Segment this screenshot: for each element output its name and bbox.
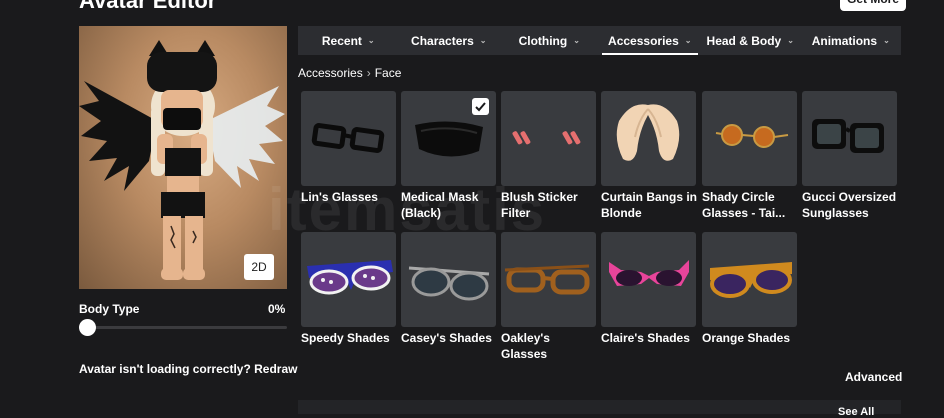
item-card[interactable]: Oakley's Glasses (501, 232, 596, 362)
bottom-section-bar (298, 400, 901, 414)
see-all-link[interactable]: See All (838, 406, 874, 418)
item-thumbnail[interactable] (601, 91, 696, 186)
item-name: Curtain Bangs in Blonde (601, 190, 698, 220)
item-card[interactable]: Casey's Shades (401, 232, 496, 346)
item-thumbnail[interactable] (702, 232, 797, 327)
item-name: Oakley's Glasses (501, 331, 550, 361)
body-type-slider-track[interactable] (79, 326, 287, 329)
item-thumbnail[interactable] (501, 91, 596, 186)
category-tabs: Recent ⌄ Characters ⌄ Clothing ⌄ Accessorie… (298, 26, 901, 55)
item-card[interactable]: Speedy Shades (301, 232, 396, 346)
tab-animations[interactable]: Animations ⌄ (801, 26, 902, 55)
hair-bangs-icon (616, 104, 680, 161)
aviator-icon (408, 266, 490, 301)
breadcrumb: Accessories › Face (298, 66, 401, 80)
pink-shades-icon (609, 260, 689, 286)
tab-label: Head & Body (706, 33, 782, 48)
tab-label: Accessories (608, 33, 679, 48)
item-name: Shady Circle Glasses - Tai... (702, 190, 786, 220)
tab-label: Clothing (518, 33, 568, 48)
avatar-preview: 2D (79, 26, 287, 289)
round-glasses-icon (715, 124, 789, 148)
chevron-right-icon: › (366, 66, 371, 80)
item-name: Claire's Shades (601, 331, 690, 345)
item-thumbnail[interactable] (401, 232, 496, 327)
item-card[interactable]: Orange Shades (702, 232, 797, 346)
tortoise-glasses-icon (504, 264, 590, 295)
item-thumbnail[interactable] (802, 91, 897, 186)
item-thumbnail[interactable] (702, 91, 797, 186)
glasses-icon (311, 123, 385, 153)
tab-accessories[interactable]: Accessories ⌄ (600, 26, 701, 55)
chevron-down-icon: ⌄ (573, 36, 580, 45)
chevron-down-icon: ⌄ (479, 36, 487, 45)
item-card[interactable]: Shady Circle Glasses - Tai... (702, 91, 797, 221)
item-thumbnail[interactable] (401, 91, 496, 186)
item-card[interactable]: Blush Sticker Filter (501, 91, 596, 221)
item-name: Gucci Oversized Sunglasses (802, 190, 897, 220)
item-name: Medical Mask (Black) (401, 190, 479, 220)
page-title: Avatar Editor (79, 0, 217, 13)
breadcrumb-parent[interactable]: Accessories (298, 66, 363, 80)
item-thumbnail[interactable] (601, 232, 696, 327)
item-thumbnail[interactable] (301, 232, 396, 327)
item-name: Casey's Shades (401, 331, 492, 345)
tab-clothing[interactable]: Clothing ⌄ (499, 26, 600, 55)
item-card[interactable]: Medical Mask (Black) (401, 91, 496, 221)
orange-shades-icon (710, 262, 792, 298)
tab-head-body[interactable]: Head & Body ⌄ (700, 26, 801, 55)
item-name: Lin's Glasses (301, 190, 378, 204)
item-card[interactable]: Gucci Oversized Sunglasses (802, 91, 897, 221)
tab-recent[interactable]: Recent ⌄ (298, 26, 399, 55)
item-card[interactable]: Curtain Bangs in Blonde (601, 91, 698, 221)
advanced-link[interactable]: Advanced (845, 370, 902, 384)
view-2d-button[interactable]: 2D (244, 254, 274, 280)
loading-help: Avatar isn't loading correctly? Redraw (79, 362, 298, 376)
body-type-slider-thumb[interactable] (79, 319, 96, 336)
item-name: Speedy Shades (301, 331, 390, 345)
loading-question: Avatar isn't loading correctly? (79, 362, 251, 376)
blush-icon (512, 131, 581, 145)
tab-label: Characters (411, 33, 474, 48)
chevron-down-icon: ⌄ (883, 36, 890, 45)
tab-label: Animations (811, 33, 878, 48)
body-type-label: Body Type (79, 302, 140, 316)
get-more-button[interactable]: Get More (840, 0, 906, 11)
item-thumbnail[interactable] (301, 91, 396, 186)
item-name: Blush Sticker Filter (501, 190, 578, 220)
breadcrumb-current: Face (374, 66, 402, 80)
chevron-down-icon: ⌄ (787, 36, 794, 45)
selected-check-icon (472, 98, 489, 115)
avatar-figure (79, 40, 285, 280)
tab-characters[interactable]: Characters ⌄ (399, 26, 500, 55)
item-card[interactable]: Lin's Glasses (301, 91, 396, 205)
tab-label: Recent (321, 33, 362, 48)
sunglasses-icon (812, 119, 884, 153)
shutter-shades-icon (307, 260, 393, 295)
chevron-down-icon: ⌄ (367, 36, 375, 45)
redraw-link[interactable]: Redraw (254, 362, 297, 376)
body-type-value: 0% (268, 302, 286, 316)
item-card[interactable]: Claire's Shades (601, 232, 696, 346)
item-name: Orange Shades (702, 331, 791, 345)
chevron-down-icon: ⌄ (684, 36, 692, 45)
item-thumbnail[interactable] (501, 232, 596, 327)
